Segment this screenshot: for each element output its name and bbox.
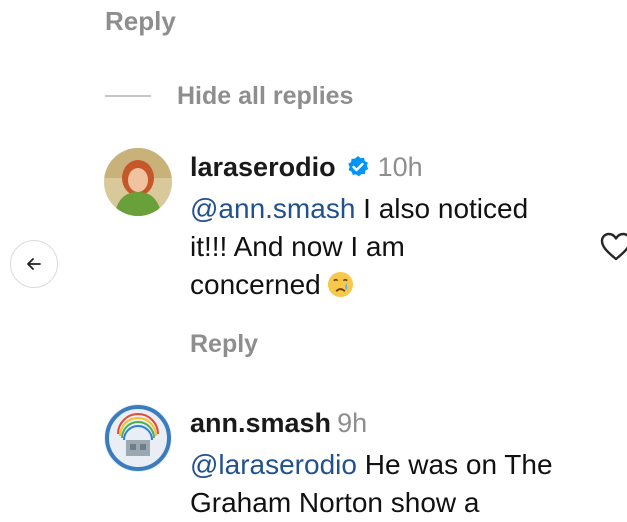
back-button[interactable] [10, 240, 58, 288]
comment-item: laraserodio 10h @ann.smash I also notice… [190, 150, 610, 359]
comment-timestamp: 10h [377, 152, 423, 182]
reply-button[interactable]: Reply [105, 6, 176, 37]
thread-divider-line [105, 95, 151, 97]
comment-text-line: Graham Norton show a [190, 487, 480, 518]
comment-username[interactable]: laraserodio [190, 150, 336, 184]
comment-text: @laraserodio He was on The Graham Norton… [190, 446, 610, 522]
comment-username[interactable]: ann.smash [190, 406, 331, 440]
crying-face-emoji-icon [327, 271, 353, 298]
comment-text-line: He was on The [356, 449, 553, 480]
comment-header: ann.smash 9h [190, 406, 610, 440]
hide-all-replies-button[interactable]: Hide all replies [177, 82, 353, 111]
verified-badge-icon [347, 156, 368, 177]
reply-button[interactable]: Reply [190, 330, 610, 359]
hide-replies-row[interactable]: Hide all replies [105, 80, 353, 112]
arrow-left-icon [27, 258, 41, 270]
comment-item: ann.smash 9h @laraserodio He was on The … [190, 406, 610, 522]
comment-text: @ann.smash I also noticed it!!! And now … [190, 190, 610, 304]
comment-text-line: it!!! And now I am [190, 231, 405, 262]
comment-timestamp: 9h [337, 408, 368, 438]
avatar-laraserodio[interactable] [104, 148, 172, 216]
avatar-image [104, 148, 172, 216]
mention-link[interactable]: @ann.smash [190, 193, 355, 224]
comment-text-line: concerned [190, 269, 321, 300]
comment-header: laraserodio 10h [190, 150, 610, 184]
mention-link[interactable]: @laraserodio [190, 449, 357, 480]
avatar-image [104, 404, 172, 472]
comment-text-line: I also noticed [355, 193, 529, 224]
avatar-ann-smash[interactable] [104, 404, 172, 472]
